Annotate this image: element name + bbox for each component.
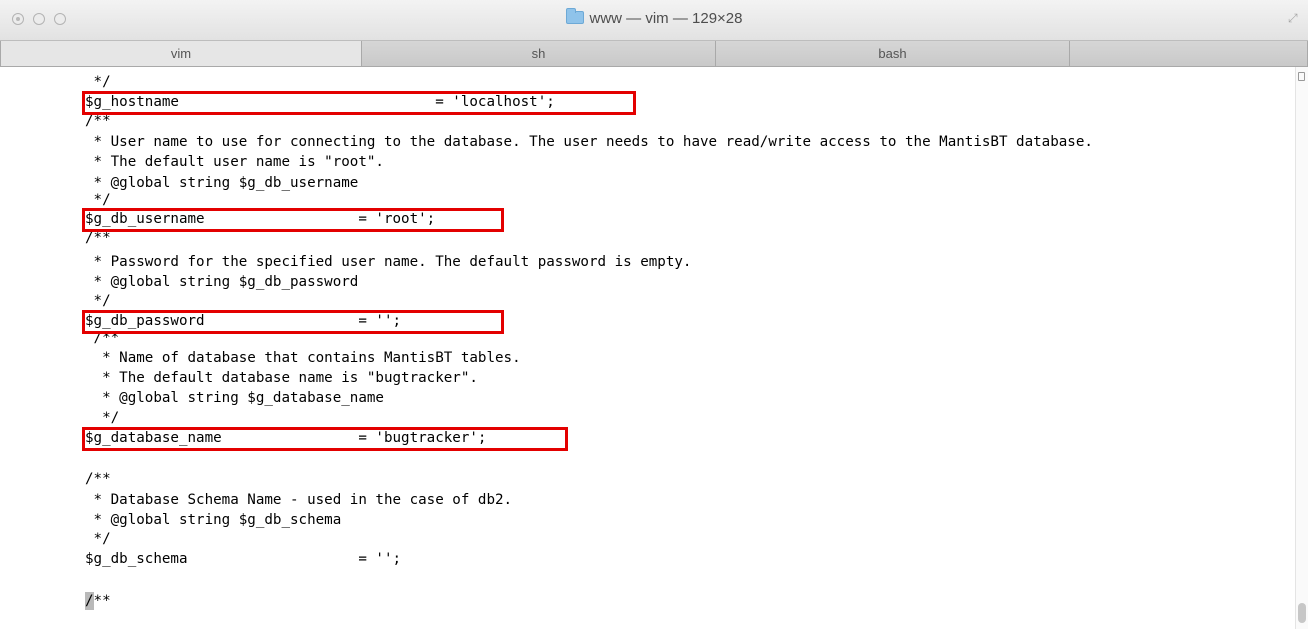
text-cursor: / (85, 592, 94, 610)
folder-icon (565, 8, 584, 24)
document-icon (1298, 72, 1305, 81)
code-line: * @global string $g_database_name (85, 390, 384, 406)
code-line: * @global string $g_db_username (85, 175, 359, 191)
code-line: */ (85, 410, 120, 426)
code-line: * Name of database that contains MantisB… (85, 350, 521, 366)
code-line: * Database Schema Name - used in the cas… (85, 492, 513, 508)
code-line: /** (85, 471, 111, 487)
code-line: * Password for the specified user name. … (85, 254, 692, 270)
vim-editor[interactable]: */ $g_hostname = 'localhost'; /** * User… (0, 67, 1295, 629)
code-line: */ (85, 531, 111, 547)
tab-bar: vim sh bash (0, 40, 1308, 67)
code-line: */ (85, 192, 111, 208)
highlight-box-database-name (82, 427, 568, 451)
tab-bar-empty (1070, 41, 1308, 66)
tab-vim[interactable]: vim (0, 41, 362, 66)
code-line: */ (85, 293, 111, 309)
fullscreen-icon[interactable]: ⤢ (1288, 12, 1300, 24)
highlight-box-db-password (82, 310, 504, 334)
scroll-thumb[interactable] (1298, 603, 1306, 623)
code-line: * @global string $g_db_schema (85, 512, 342, 528)
code-line: * @global string $g_db_password (85, 274, 359, 290)
code-line-cursor: /** (85, 592, 111, 610)
code-line-text: ** (93, 593, 111, 609)
highlight-box-hostname (82, 91, 636, 115)
highlight-box-db-username (82, 208, 504, 232)
code-line: * User name to use for connecting to the… (85, 134, 1093, 150)
vertical-scrollbar[interactable] (1295, 67, 1308, 629)
window-title-text: www — vim — 129×28 (589, 10, 743, 27)
window-title: www — vim — 129×28 (0, 8, 1308, 27)
window-titlebar: www — vim — 129×28 ⤢ (0, 0, 1308, 40)
code-line: * The default user name is "root". (85, 154, 384, 170)
tab-bash[interactable]: bash (716, 41, 1070, 66)
code-line-db-schema: $g_db_schema = ''; (85, 551, 402, 567)
tab-sh[interactable]: sh (362, 41, 716, 66)
code-line: * The default database name is "bugtrack… (85, 370, 478, 386)
code-line: */ (85, 74, 111, 90)
